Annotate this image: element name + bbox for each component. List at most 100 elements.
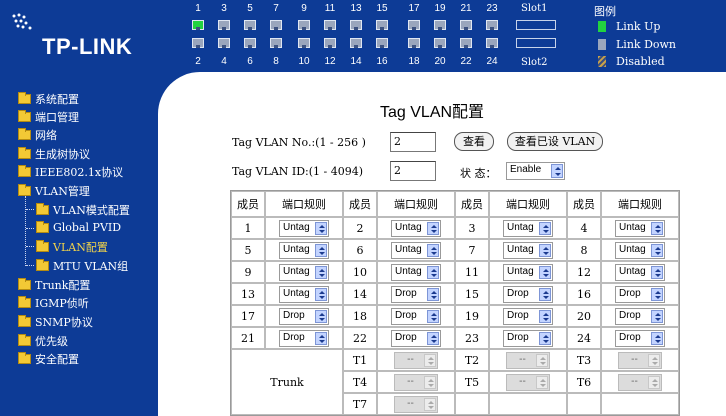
nav-vlan-management[interactable]: VLAN管理 bbox=[18, 183, 90, 199]
port-number-top: 11 bbox=[324, 3, 336, 14]
port-icon[interactable] bbox=[376, 20, 388, 30]
port-rule-select[interactable]: Drop bbox=[279, 307, 329, 325]
port-icon[interactable] bbox=[192, 38, 204, 48]
trunk-rule-select[interactable]: -- bbox=[506, 351, 550, 369]
port-rule-select[interactable]: Drop bbox=[391, 329, 441, 347]
trunk-rule-select[interactable]: -- bbox=[506, 373, 550, 391]
port-icon[interactable] bbox=[270, 20, 282, 30]
port-number-bottom: 4 bbox=[221, 56, 227, 67]
port-rule-select[interactable]: Drop bbox=[615, 285, 665, 303]
table-row: 5 Untag 6 Untag 7 Untag 8 Untag bbox=[231, 239, 679, 261]
port-icon[interactable] bbox=[434, 20, 446, 30]
port-icon[interactable] bbox=[376, 38, 388, 48]
trunk-rule-cell: -- bbox=[377, 371, 455, 393]
port-icon[interactable] bbox=[434, 38, 446, 48]
port-icon[interactable] bbox=[408, 38, 420, 48]
port-icon[interactable] bbox=[350, 38, 362, 48]
nav-trunk-config[interactable]: Trunk配置 bbox=[18, 277, 90, 293]
port-rule-select[interactable]: Untag bbox=[615, 219, 665, 237]
port-icon[interactable] bbox=[270, 38, 282, 48]
trunk-rule-select[interactable]: -- bbox=[394, 373, 438, 391]
port-icon[interactable] bbox=[460, 20, 472, 30]
port-rule-select[interactable]: Drop bbox=[503, 285, 553, 303]
nav-network[interactable]: 网络 bbox=[18, 127, 57, 143]
port-icon[interactable] bbox=[244, 38, 256, 48]
port-icon[interactable] bbox=[244, 20, 256, 30]
trunk-rule-cell: -- bbox=[489, 349, 567, 371]
trunk-label: Trunk bbox=[231, 349, 343, 415]
nav-system-config[interactable]: 系统配置 bbox=[18, 91, 79, 107]
status-select[interactable]: Enable bbox=[506, 162, 565, 180]
port-icon[interactable] bbox=[298, 20, 310, 30]
nav-mtu-vlan-group[interactable]: MTU VLAN组 bbox=[36, 258, 128, 274]
nav-snmp[interactable]: SNMP协议 bbox=[18, 314, 93, 330]
port-icon[interactable] bbox=[298, 38, 310, 48]
port-rule-select[interactable]: Drop bbox=[615, 307, 665, 325]
port-number-cell: 23 bbox=[455, 327, 489, 349]
nav-igmp-snooping[interactable]: IGMP侦听 bbox=[18, 295, 89, 311]
nav-security-config[interactable]: 安全配置 bbox=[18, 351, 79, 367]
port-rule-select[interactable]: Untag bbox=[279, 219, 329, 237]
trunk-id-cell: T2 bbox=[455, 349, 489, 371]
port-number-top: 9 bbox=[301, 3, 307, 14]
nav-global-pvid[interactable]: Global PVID bbox=[36, 220, 121, 234]
nav-vlan-config[interactable]: VLAN配置 bbox=[36, 239, 108, 255]
port-rule-select[interactable]: Untag bbox=[279, 263, 329, 281]
nav-port-management[interactable]: 端口管理 bbox=[18, 109, 79, 125]
port-rule-select[interactable]: Untag bbox=[615, 241, 665, 259]
nav-priority[interactable]: 优先级 bbox=[18, 333, 68, 349]
vlan-no-input[interactable]: 2 bbox=[390, 132, 436, 152]
port-icon[interactable] bbox=[324, 38, 336, 48]
port-icon[interactable] bbox=[218, 38, 230, 48]
port-rule-select[interactable]: Untag bbox=[503, 219, 553, 237]
select-arrows-icon bbox=[651, 287, 663, 301]
port-number-cell: 21 bbox=[231, 327, 265, 349]
port-rule-cell: Drop bbox=[265, 305, 343, 327]
port-icon[interactable] bbox=[192, 20, 204, 30]
port-number-cell: 6 bbox=[343, 239, 377, 261]
tree-branch bbox=[26, 209, 34, 210]
port-number-bottom: 18 bbox=[408, 56, 420, 67]
trunk-id-cell: T5 bbox=[455, 371, 489, 393]
trunk-rule-select[interactable]: -- bbox=[618, 351, 662, 369]
port-rule-select[interactable]: Drop bbox=[615, 329, 665, 347]
nav-vlan-mode-config[interactable]: VLAN模式配置 bbox=[36, 202, 130, 218]
port-rule-select[interactable]: Untag bbox=[279, 241, 329, 259]
vlan-id-input[interactable]: 2 bbox=[390, 161, 436, 181]
select-arrows-icon bbox=[651, 265, 663, 279]
port-number-top: 23 bbox=[486, 3, 498, 14]
port-icon[interactable] bbox=[408, 20, 420, 30]
nav-ieee8021x[interactable]: IEEE802.1x协议 bbox=[18, 164, 123, 180]
port-rule-select[interactable]: Drop bbox=[391, 285, 441, 303]
port-rule-select[interactable]: Untag bbox=[503, 263, 553, 281]
folder-icon bbox=[18, 315, 31, 327]
slot2-label: Slot2 bbox=[521, 57, 548, 68]
port-icon[interactable] bbox=[486, 38, 498, 48]
port-rule-select[interactable]: Drop bbox=[391, 307, 441, 325]
trunk-rule-select[interactable]: -- bbox=[618, 373, 662, 391]
nav-spanning-tree[interactable]: 生成树协议 bbox=[18, 146, 90, 162]
port-rule-select[interactable]: Untag bbox=[391, 219, 441, 237]
trunk-rule-select[interactable]: -- bbox=[394, 351, 438, 369]
port-icon[interactable] bbox=[324, 20, 336, 30]
port-rule-select[interactable]: Drop bbox=[503, 307, 553, 325]
port-number-bottom: 6 bbox=[247, 56, 253, 67]
port-rule-select[interactable]: Untag bbox=[391, 263, 441, 281]
port-icon[interactable] bbox=[486, 20, 498, 30]
view-all-vlan-button[interactable]: 查看已设 VLAN bbox=[507, 132, 603, 151]
select-arrows-icon bbox=[539, 243, 551, 257]
trunk-rule-select[interactable]: -- bbox=[394, 395, 438, 413]
port-icon[interactable] bbox=[460, 38, 472, 48]
port-icon[interactable] bbox=[218, 20, 230, 30]
port-rule-select[interactable]: Untag bbox=[391, 241, 441, 259]
port-rule-select[interactable]: Untag bbox=[615, 263, 665, 281]
port-rule-select[interactable]: Untag bbox=[503, 241, 553, 259]
select-arrows-icon bbox=[648, 375, 660, 389]
port-rule-select[interactable]: Drop bbox=[503, 329, 553, 347]
port-rule-select[interactable]: Drop bbox=[279, 329, 329, 347]
select-arrows-icon bbox=[427, 309, 439, 323]
view-button[interactable]: 查看 bbox=[454, 132, 494, 151]
select-arrows-icon bbox=[539, 265, 551, 279]
port-icon[interactable] bbox=[350, 20, 362, 30]
port-rule-select[interactable]: Untag bbox=[279, 285, 329, 303]
